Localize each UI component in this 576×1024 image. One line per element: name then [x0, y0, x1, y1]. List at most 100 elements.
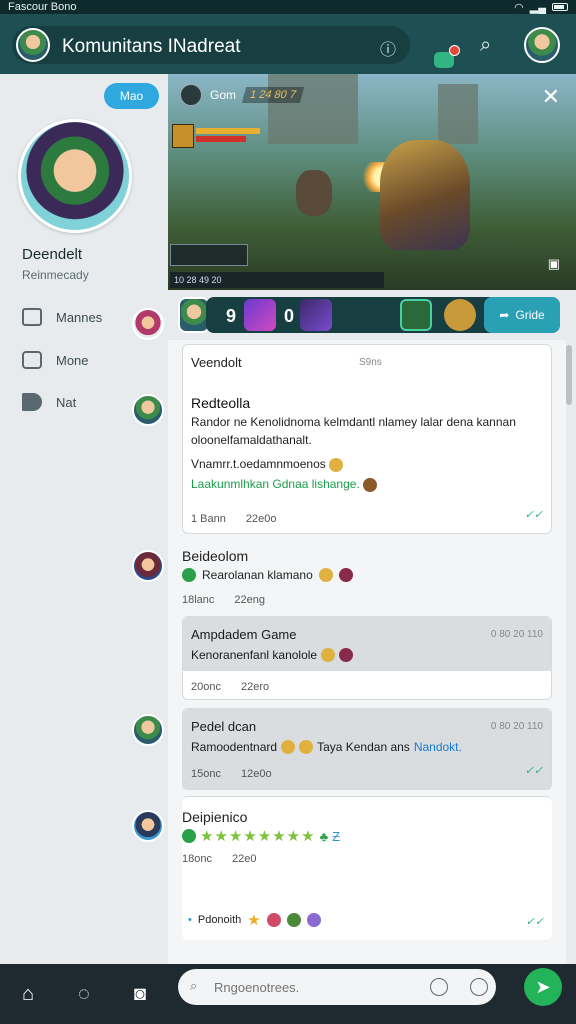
profile-subtitle: Reinmecady: [22, 268, 89, 282]
stat-number-2: 0: [284, 306, 295, 326]
member-avatar[interactable]: [132, 714, 164, 746]
sidebar-item-mone[interactable]: Mone: [22, 351, 89, 369]
status-time: Fascour Bono: [8, 1, 77, 13]
post-meta-a: 1 Bann: [191, 513, 226, 525]
member-avatar[interactable]: [132, 550, 164, 582]
header-avatar[interactable]: [16, 28, 50, 62]
post-meta-b: 22ero: [240, 681, 270, 693]
emoji-picker-icon[interactable]: [430, 978, 448, 996]
post-meta-a: 20onc: [191, 681, 221, 693]
post-card[interactable]: Veendolt S9ns Redteolla Randor ne Kenoli…: [182, 344, 552, 534]
post-meta-a: 18onc: [182, 853, 212, 865]
post-text: Rearolanan klamano: [202, 568, 313, 582]
house-icon: [22, 308, 42, 326]
post-footer: Pdonoith: [197, 914, 242, 926]
post-meta: 18lanc 22eng: [182, 594, 265, 606]
dot-icon: •: [188, 914, 192, 926]
post-time: S9ns: [359, 357, 382, 368]
game-stats-bar: 9 0 ➦ Gride: [168, 290, 576, 340]
emoji-icon: [306, 913, 321, 927]
post-author: Deipienico: [182, 809, 248, 825]
wifi-icon: ◠: [514, 1, 524, 14]
member-avatar[interactable]: [132, 308, 164, 340]
post-text: Ramoodentnard: [191, 740, 278, 754]
post-card[interactable]: Pedel dcan Ramoodentnard Taya Kendan ans…: [182, 708, 552, 790]
send-button[interactable]: ➤: [524, 968, 562, 1006]
profile-name: Deendelt: [22, 246, 83, 263]
post-meta: 18onc 22e0: [182, 853, 256, 865]
chat-icon[interactable]: ◌: [78, 983, 90, 1006]
post-footer-row: • Pdonoith ★: [188, 911, 321, 929]
message-input[interactable]: [178, 969, 496, 1005]
emoji-icon: [339, 648, 354, 662]
skill-icon[interactable]: [300, 299, 332, 331]
post-meta: 1 Bann 22e0o: [191, 513, 276, 525]
close-icon[interactable]: ✕: [542, 84, 560, 110]
ruin-pillar: [438, 84, 478, 144]
star-icon: ★: [247, 912, 261, 929]
sidebar: Mao Deendelt Reinmecady Mannes Mone Nat: [0, 74, 168, 964]
trophy-icon[interactable]: [444, 299, 476, 331]
post-text-row: Rearolanan klamano: [182, 568, 353, 582]
search-icon: ⌕: [190, 978, 198, 993]
status-bar: Fascour Bono ◠ ▂▄: [0, 0, 576, 14]
post-meta: 15onc 12e0o: [191, 768, 543, 780]
bottom-nav: ⌂ ◌ ◙: [0, 964, 168, 1024]
post-green-line: Laakunmlhkan Gdnaa lishange.: [191, 475, 378, 493]
post-text: Randor ne Kenolidnoma kelmdantl nlamey l…: [191, 415, 516, 447]
feed-scrollbar[interactable]: [566, 345, 572, 405]
mana-bar-fill: [196, 128, 260, 134]
profile-avatar[interactable]: [524, 27, 560, 63]
post-meta-b: 22e0: [231, 853, 257, 865]
home-icon[interactable]: ⌂: [22, 983, 34, 1006]
page-title: Komunitans INadreat: [62, 36, 241, 57]
video-title-bar: Gom 1 24 80 7: [180, 84, 305, 106]
game-video-player[interactable]: Gom 1 24 80 7 ✕ 10 28 49 20 ▣: [168, 74, 576, 290]
info-icon[interactable]: ⓘ: [380, 36, 396, 60]
share-button[interactable]: ➦ Gride: [484, 297, 560, 333]
emoji-icon: [318, 568, 333, 582]
chat-icon: [22, 351, 42, 369]
post-text-line2: Vnamrr.t.oedamnmoenos: [191, 455, 344, 473]
signal-icon: ▂▄: [529, 1, 546, 14]
emoji-icon: [338, 568, 353, 582]
post-card[interactable]: Deipienico ★★★★★★★★ ♣ Ƶ 18onc 22e0 • Pdo…: [182, 796, 552, 940]
notification-dot: [449, 45, 460, 56]
member-avatar[interactable]: [132, 394, 164, 426]
post-text-row: Kenoranenfanl kanolole: [191, 648, 543, 662]
emoji-icon: [363, 477, 378, 492]
post-card[interactable]: Ampdadem Game Kenoranenfanl kanolole 0 8…: [182, 616, 552, 700]
post-text-line2-text: Vnamrr.t.oedamnmoenos: [191, 457, 326, 471]
chat-icon[interactable]: [434, 45, 460, 68]
post-feed[interactable]: Veendolt S9ns Redteolla Randor ne Kenoli…: [168, 340, 566, 964]
search-icon[interactable]: ⌕: [480, 34, 491, 57]
post-meta-a: 18lanc: [182, 594, 215, 606]
member-avatar[interactable]: [132, 810, 164, 842]
post-meta-b: 12e0o: [240, 768, 272, 780]
sidebar-item-mannes[interactable]: Mannes: [22, 308, 102, 326]
read-check-icon: ✓✓: [524, 509, 543, 521]
sidebar-item-label: Nat: [56, 394, 77, 410]
emoji-icon: [321, 648, 336, 662]
post-text: Kenoranenfanl kanolole: [191, 648, 318, 662]
skill-icon[interactable]: [244, 299, 276, 331]
online-icon: [182, 568, 196, 582]
camera-icon[interactable]: ▣: [548, 256, 560, 272]
post-meta-a: 15onc: [191, 768, 221, 780]
post-meta: 20onc 22ero: [191, 681, 269, 693]
game-hud: 10 28 49 20: [170, 272, 384, 288]
leaf-icon: ♣: [319, 828, 329, 844]
sidebar-top-button[interactable]: Mao: [104, 83, 159, 109]
rating-stars: ★★★★★★★★: [200, 828, 316, 845]
profile-large-avatar[interactable]: [18, 119, 132, 233]
status-icons: ◠ ▂▄: [514, 1, 568, 14]
online-icon: [182, 829, 196, 843]
attachment-icon[interactable]: [470, 978, 488, 996]
post-link[interactable]: Nandokt.: [414, 740, 462, 754]
camera-icon[interactable]: ◙: [134, 983, 146, 1006]
sidebar-item-nat[interactable]: Nat: [22, 393, 76, 411]
bolt-icon: Ƶ: [332, 828, 341, 844]
skill-icon[interactable]: [400, 299, 432, 331]
message-composer: ⌕ ➤: [168, 964, 576, 1024]
rating-row: ★★★★★★★★ ♣ Ƶ: [182, 827, 340, 845]
